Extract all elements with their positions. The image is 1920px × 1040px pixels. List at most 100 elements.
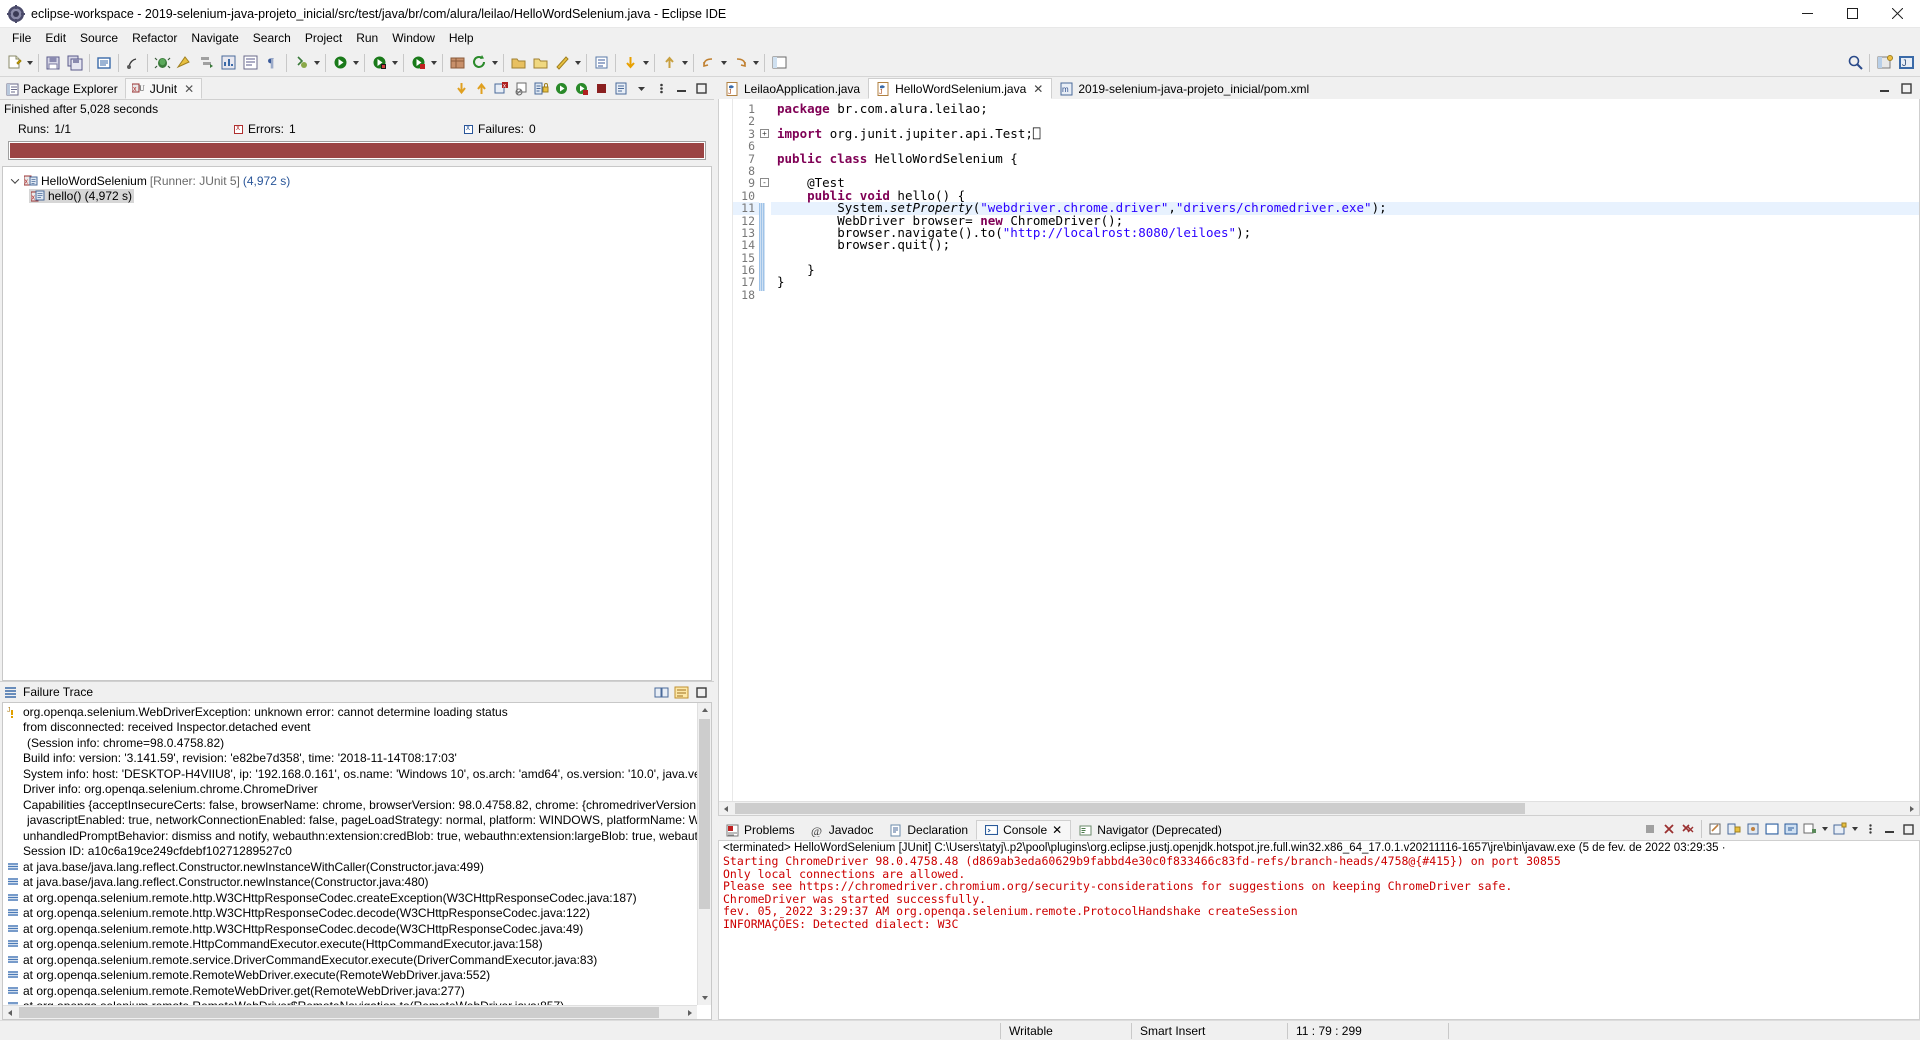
close-button[interactable] <box>1875 0 1920 28</box>
run-last-icon[interactable] <box>195 52 217 74</box>
editor-code-area[interactable]: package br.com.alura.leilao; import org.j… <box>771 99 1919 815</box>
failure-trace-list[interactable]: Jorg.openqa.selenium.WebDriverException:… <box>3 703 711 1019</box>
prev-annotation-icon[interactable] <box>658 52 680 74</box>
next-annotation-icon[interactable] <box>619 52 641 74</box>
code-line[interactable]: public class HelloWordSelenium { <box>771 152 1919 165</box>
back-nav-icon[interactable] <box>697 52 719 74</box>
refresh-dropdown-icon[interactable] <box>490 52 500 74</box>
rerun-test-icon[interactable] <box>552 79 571 98</box>
show-failures-only-icon[interactable]: x <box>492 79 511 98</box>
tree-row[interactable]: x HelloWordSelenium [Runner: JUnit 5] (4… <box>3 173 711 188</box>
save-icon[interactable] <box>42 52 64 74</box>
pin-console-2-icon[interactable] <box>1782 820 1800 838</box>
annotation-dropdown-icon[interactable] <box>573 52 583 74</box>
failure-trace-menu-icon[interactable] <box>692 683 711 702</box>
failure-trace-row[interactable]: at org.openqa.selenium.remote.http.W3CHt… <box>3 890 711 906</box>
rerun-failed-icon[interactable] <box>572 79 591 98</box>
clear-console-icon[interactable] <box>1706 820 1724 838</box>
menu-run[interactable]: Run <box>349 29 385 48</box>
new-folder-icon[interactable] <box>529 52 551 74</box>
tab-javadoc[interactable]: @ Javadoc <box>803 820 882 840</box>
menu-edit[interactable]: Edit <box>38 29 73 48</box>
failure-trace-row[interactable]: at java.base/java.lang.reflect.Construct… <box>3 875 711 891</box>
scroll-down-arrow-icon[interactable] <box>698 991 711 1005</box>
hscroll-thumb[interactable] <box>19 1007 659 1018</box>
maximize-view-icon[interactable] <box>692 79 711 98</box>
console-output-area[interactable]: <terminated> HelloWordSelenium [JUnit] C… <box>718 840 1920 1020</box>
save-all-icon[interactable] <box>64 52 86 74</box>
close-icon[interactable]: ✕ <box>1052 823 1062 837</box>
refresh-icon[interactable] <box>468 52 490 74</box>
scroll-right-arrow-icon[interactable] <box>1905 802 1919 815</box>
menu-navigate[interactable]: Navigate <box>184 29 245 48</box>
close-icon[interactable]: ✕ <box>184 82 194 96</box>
scroll-right-arrow-icon[interactable] <box>683 1006 697 1019</box>
coverage-icon[interactable] <box>173 52 195 74</box>
stop-icon[interactable] <box>592 79 611 98</box>
tree-row[interactable]: x hello() (4,972 s) <box>3 188 711 203</box>
code-editor[interactable]: 1 2 3 6 7 8 9 10 11 12 13 14 15 16 17 18 + - package br.… <box>718 99 1920 816</box>
failure-trace-row[interactable]: at org.openqa.selenium.remote.HttpComman… <box>3 937 711 953</box>
prev-failure-icon[interactable] <box>472 79 491 98</box>
menu-file[interactable]: File <box>5 29 38 48</box>
console-view-menu-icon[interactable] <box>1861 820 1879 838</box>
run-config-icon[interactable] <box>407 52 429 74</box>
code-line[interactable]: package br.com.alura.leilao; <box>771 102 1919 115</box>
next-annotation-dropdown-icon[interactable] <box>641 52 651 74</box>
code-line[interactable]: import org.junit.jupiter.api.Test;⎕ <box>771 127 1919 140</box>
editor-tab-leilao-application[interactable]: J LeilaoApplication.java <box>718 78 868 99</box>
fold-expand-icon[interactable]: + <box>760 128 769 138</box>
run-config-dropdown-icon[interactable] <box>429 52 439 74</box>
tab-package-explorer[interactable]: Package Explorer <box>0 78 125 99</box>
junit-test-tree[interactable]: x HelloWordSelenium [Runner: JUnit 5] (4… <box>2 166 712 681</box>
editor-tab-pom-xml[interactable]: m 2019-selenium-java-projeto_inicial/pom… <box>1052 78 1317 99</box>
fold-collapse-icon[interactable]: - <box>760 178 769 188</box>
package-icon[interactable] <box>446 52 468 74</box>
minimize-view-icon[interactable] <box>672 79 691 98</box>
open-type-icon[interactable] <box>239 52 261 74</box>
profile-icon[interactable] <box>217 52 239 74</box>
maximize-console-icon[interactable] <box>1899 820 1917 838</box>
view-menu-icon[interactable] <box>652 79 671 98</box>
failure-trace-row[interactable]: at org.openqa.selenium.remote.service.Dr… <box>3 952 711 968</box>
compare-result-icon[interactable] <box>652 683 671 702</box>
tab-declaration[interactable]: Declaration <box>881 820 976 840</box>
pilcrow-icon[interactable]: ¶ <box>261 52 283 74</box>
failure-trace-row[interactable]: Driver info: org.openqa.selenium.chrome.… <box>3 782 711 798</box>
debug-run-dropdown-icon[interactable] <box>351 52 361 74</box>
tab-navigator[interactable]: Navigator (Deprecated) <box>1071 820 1230 840</box>
failure-trace-vscrollbar[interactable] <box>697 703 711 1005</box>
editor-marker-bar[interactable] <box>719 99 733 815</box>
maximize-button[interactable] <box>1830 0 1875 28</box>
menu-project[interactable]: Project <box>298 29 349 48</box>
expand-chevron-icon[interactable] <box>9 175 21 187</box>
failure-trace-row[interactable]: (Session info: chrome=98.0.4758.82) <box>3 735 711 751</box>
display-selected-console-icon[interactable] <box>1801 820 1819 838</box>
code-line[interactable] <box>771 165 1919 177</box>
java-perspective-icon[interactable]: J <box>1895 52 1917 74</box>
failure-trace-row[interactable]: System info: host: 'DESKTOP-H4VIIU8', ip… <box>3 766 711 782</box>
remove-launch-icon[interactable] <box>1660 820 1678 838</box>
tab-problems[interactable]: Problems <box>718 820 803 840</box>
debug-run-icon[interactable] <box>329 52 351 74</box>
failure-trace-panel[interactable]: Jorg.openqa.selenium.WebDriverException:… <box>2 702 712 1020</box>
code-line[interactable]: browser.quit(); <box>771 239 1919 252</box>
code-line[interactable] <box>771 252 1919 264</box>
open-console-icon[interactable] <box>1831 820 1849 838</box>
failure-trace-row[interactable]: at java.base/java.lang.reflect.Construct… <box>3 859 711 875</box>
debug-icon[interactable] <box>151 52 173 74</box>
scroll-left-arrow-icon[interactable] <box>3 1006 17 1019</box>
minimize-console-icon[interactable] <box>1880 820 1898 838</box>
failure-trace-row[interactable]: unhandledPromptBehavior: dismiss and not… <box>3 828 711 844</box>
run-dropdown-icon[interactable] <box>390 52 400 74</box>
open-perspective-icon[interactable] <box>768 52 790 74</box>
search-type-icon[interactable] <box>590 52 612 74</box>
failure-trace-row[interactable]: from disconnected: received Inspector.de… <box>3 720 711 736</box>
open-console-dropdown-icon[interactable] <box>1850 818 1860 840</box>
failure-trace-row[interactable]: at org.openqa.selenium.remote.http.W3CHt… <box>3 906 711 922</box>
tab-console[interactable]: Console ✕ <box>976 820 1072 840</box>
pin-console-icon[interactable] <box>1744 820 1762 838</box>
minimize-editor-icon[interactable] <box>1875 78 1894 97</box>
annotation-icon[interactable] <box>551 52 573 74</box>
scroll-up-arrow-icon[interactable] <box>698 703 711 717</box>
